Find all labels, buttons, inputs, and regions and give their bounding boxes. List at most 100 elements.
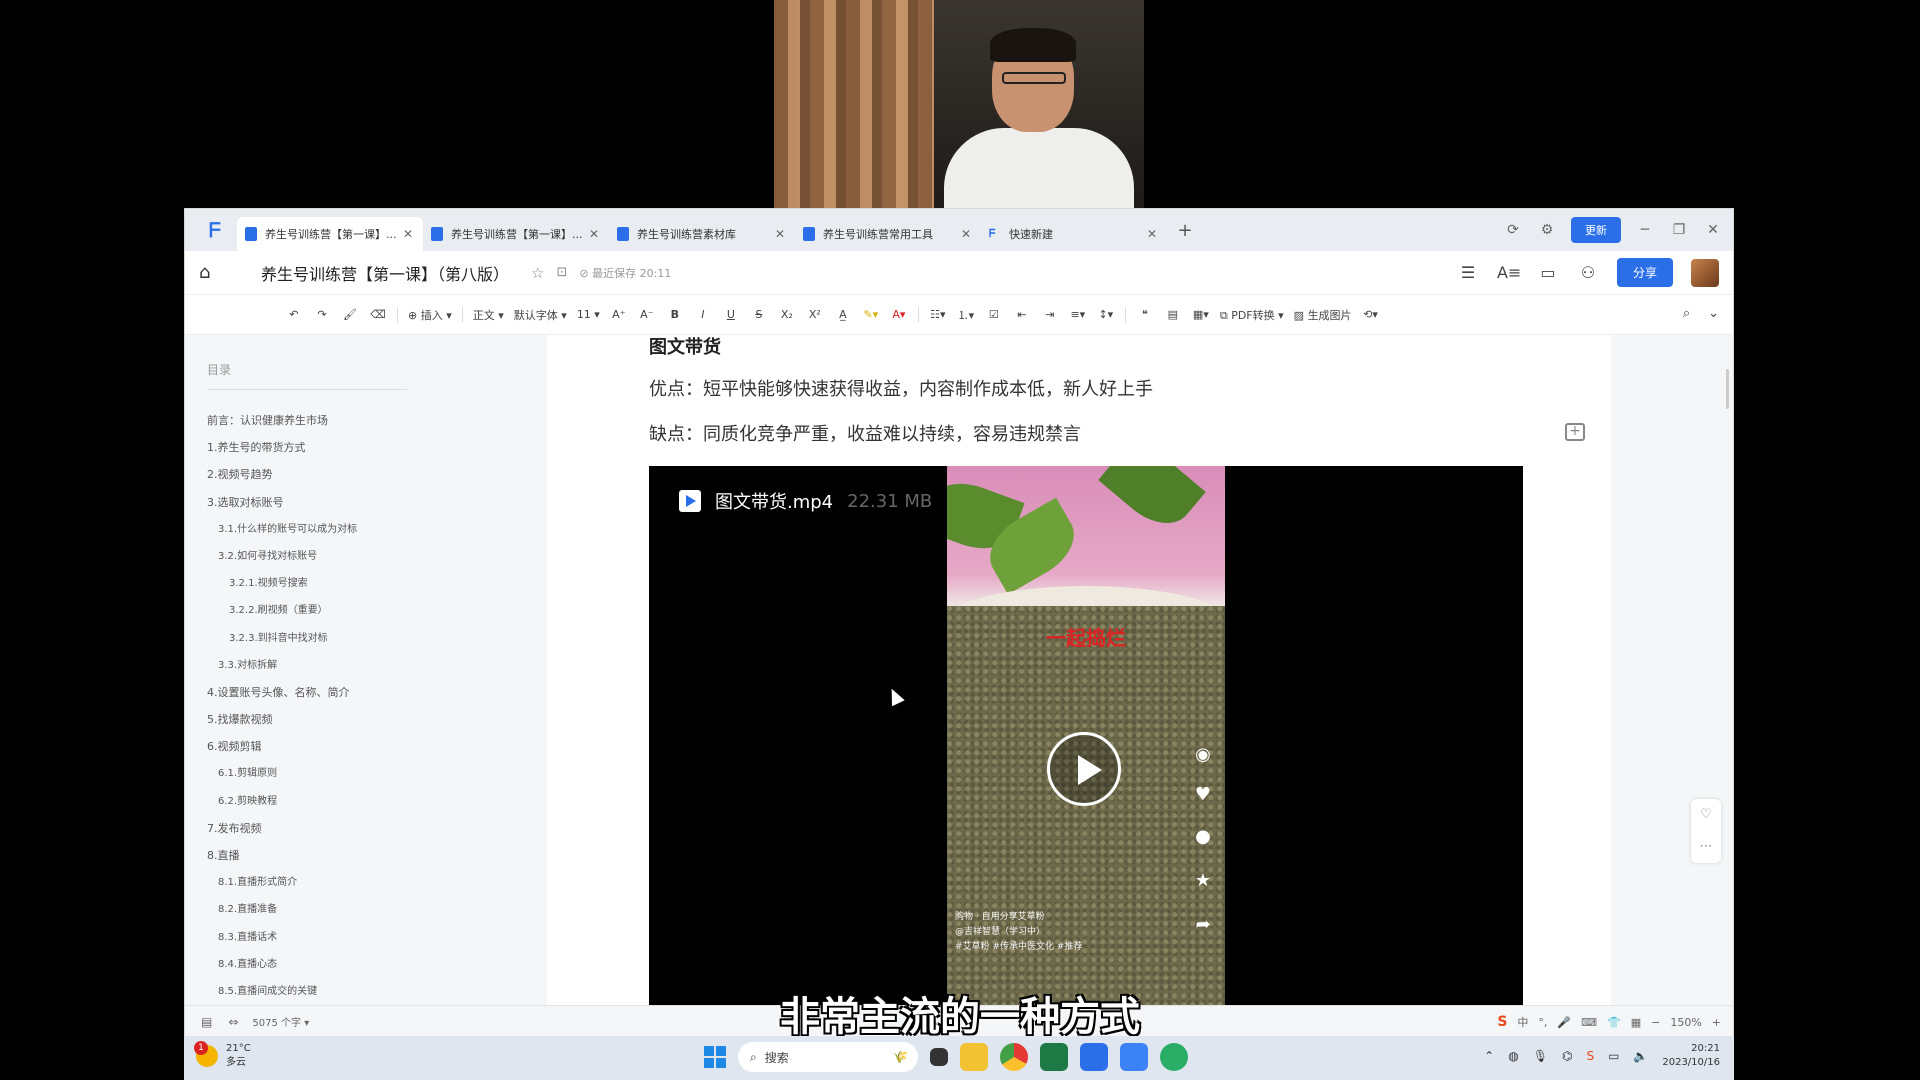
microphone-icon[interactable]: 🎙 [1533,1049,1548,1063]
weather-widget[interactable]: 1 21°C 多云 [194,1041,251,1070]
superscript-icon[interactable]: X² [806,308,824,321]
app-logo-icon[interactable]: ᖴ [201,216,229,244]
tab-tools[interactable]: 养生号训练营常用工具 ✕ [795,217,981,251]
text-effect-icon[interactable]: A̲ [834,308,852,321]
line-spacing-icon[interactable]: ↕▾ [1097,308,1115,321]
increase-font-icon[interactable]: A⁺ [610,308,628,321]
ime-tray-icon[interactable]: S [1586,1049,1594,1063]
text-format-icon[interactable]: A≡ [1497,263,1521,282]
format-painter-icon[interactable]: 🖌 [341,308,359,321]
outline-item[interactable]: 8.直播 [207,842,527,869]
tab-quick-new[interactable]: ᖴ 快速新建 ✕ [981,217,1167,251]
document-title[interactable]: 养生号训练营【第一课】（第八版） [261,261,509,285]
star-icon[interactable]: ☆ [531,264,544,282]
shirt-icon[interactable]: ♡ [1691,799,1721,831]
font-size-select[interactable]: 11 ▾ [577,308,600,321]
outline-item[interactable]: 3.2.1.视频号搜索 [207,570,527,597]
close-window-icon[interactable]: ✕ [1703,222,1723,238]
outline-item[interactable]: 4.设置账号头像、名称、简介 [207,679,527,706]
network-icon[interactable]: ⌬ [1562,1049,1572,1063]
decrease-font-icon[interactable]: A⁻ [638,308,656,321]
bold-icon[interactable]: B [666,308,684,321]
outline-item[interactable]: 6.2.剪映教程 [207,788,527,815]
docs-app-icon[interactable] [1080,1043,1108,1071]
menu-icon[interactable]: ☰ [1457,263,1479,282]
file-explorer-icon[interactable] [960,1043,988,1071]
outline-item[interactable]: 6.视频剪辑 [207,733,527,760]
outline-item[interactable]: 3.2.3.到抖音中找对标 [207,625,527,652]
close-icon[interactable]: ✕ [587,227,601,241]
outline-item[interactable]: 8.1.直播形式简介 [207,869,527,896]
share-button[interactable]: 分享 [1616,258,1673,287]
play-button-icon[interactable] [1047,732,1121,806]
generate-image-button[interactable]: ▨ 生成图片 [1294,307,1352,323]
outline-item[interactable]: 3.选取对标账号 [207,489,527,516]
indent-icon[interactable]: ⇥ [1041,308,1059,321]
tab-materials[interactable]: 养生号训练营素材库 ✕ [609,217,795,251]
present-icon[interactable]: ▭ [1537,263,1559,282]
align-icon[interactable]: ≡▾ [1069,308,1087,321]
update-button[interactable]: 更新 [1571,217,1621,243]
outline-item[interactable]: 8.4.直播心态 [207,951,527,978]
display-icon[interactable]: ▭ [1608,1049,1619,1063]
settings-icon[interactable]: ⚙ [1537,222,1557,238]
restore-icon[interactable]: ❐ [1669,222,1689,238]
outline-item[interactable]: 7.发布视频 [207,815,527,842]
tray-app-icon[interactable]: ◍ [1508,1049,1518,1063]
outline-item[interactable]: 前言：认识健康养生市场 [207,407,527,434]
outline-item[interactable]: 3.2.如何寻找对标账号 [207,543,527,570]
close-icon[interactable]: ✕ [401,227,415,241]
close-icon[interactable]: ✕ [1145,227,1159,241]
italic-icon[interactable]: I [694,308,712,321]
search-icon[interactable]: ⌕ [1683,306,1690,321]
underline-icon[interactable]: U [722,308,740,321]
move-icon[interactable]: ⊡ [556,265,567,280]
task-view-icon[interactable] [930,1048,948,1066]
document-page[interactable]: 图文带货 优点：短平快能够快速获得收益，内容制作成本低，新人好上手 缺点：同质化… [547,335,1611,1005]
pdf-convert-button[interactable]: ⧉ PDF转换 ▾ [1220,307,1284,323]
new-tab-button[interactable]: + [1173,220,1197,241]
home-icon[interactable]: ⌂ [199,262,227,283]
insert-menu[interactable]: ⊕ 插入 ▾ [408,307,452,323]
quote-icon[interactable]: ❝ [1136,308,1154,321]
font-color-icon[interactable]: A▾ [890,308,908,321]
subscript-icon[interactable]: X₂ [778,308,796,321]
font-select[interactable]: 默认字体 ▾ [514,307,567,323]
numbered-list-icon[interactable]: ⒈▾ [957,307,975,323]
paragraph-style-select[interactable]: 正文 ▾ [473,307,504,323]
more-tools-icon[interactable]: ⟲▾ [1362,308,1380,321]
collaborator-icon[interactable]: ⚇ [1577,263,1599,282]
comment-icon[interactable]: ▤ [1164,308,1182,321]
minimize-icon[interactable]: ─ [1635,222,1655,238]
outline-item[interactable]: 3.1.什么样的账号可以成为对标 [207,516,527,543]
search-input[interactable]: ⌕ 搜索 🌾 [738,1042,918,1072]
add-comment-icon[interactable]: + [1565,423,1585,441]
outline-item[interactable]: 5.找爆款视频 [207,706,527,733]
start-icon[interactable] [704,1046,726,1068]
meeting-app-icon[interactable] [1120,1043,1148,1071]
outdent-icon[interactable]: ⇤ [1013,308,1031,321]
tab-doc-2[interactable]: 养生号训练营【第一课】... ✕ [423,217,609,251]
bullet-list-icon[interactable]: ☷▾ [929,308,947,321]
outline-item[interactable]: 3.3.对标拆解 [207,652,527,679]
close-icon[interactable]: ✕ [773,227,787,241]
clear-format-icon[interactable]: ⌫ [369,308,387,321]
outline-item[interactable]: 8.3.直播话术 [207,924,527,951]
browser-icon[interactable] [1000,1043,1028,1071]
outline-item[interactable]: 1.养生号的带货方式 [207,434,527,461]
redo-icon[interactable]: ↷ [313,308,331,321]
outline-item[interactable]: 3.2.2.刷视频（重要） [207,597,527,624]
scrollbar[interactable] [1726,369,1729,409]
wechat-icon[interactable] [1160,1043,1188,1071]
close-icon[interactable]: ✕ [959,227,973,241]
volume-icon[interactable]: 🔈 [1633,1049,1648,1063]
chevron-down-icon[interactable]: ⌄ [1708,306,1719,321]
tab-doc-1[interactable]: 养生号训练营【第一课】... ✕ [237,217,423,251]
chevron-up-icon[interactable]: ⌃ [1484,1049,1494,1063]
avatar[interactable] [1691,258,1719,287]
outline-item[interactable]: 2.视频号趋势 [207,461,527,488]
outline-item[interactable]: 8.2.直播准备 [207,896,527,923]
outline-item[interactable]: 6.1.剪辑原则 [207,760,527,787]
undo-icon[interactable]: ↶ [285,308,303,321]
more-icon[interactable]: ⋯ [1691,831,1721,863]
